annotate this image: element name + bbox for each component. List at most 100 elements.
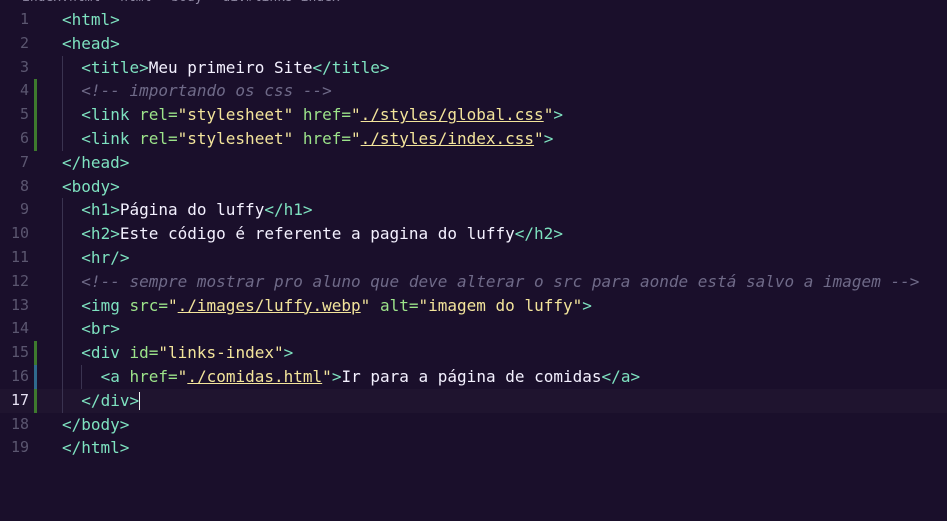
code-token-str: "links-index" (158, 343, 284, 363)
code-line[interactable]: 17 </div> (0, 388, 947, 413)
code-token-text: Página do luffy (119, 200, 265, 220)
code-content[interactable]: <img src="./images/luffy.webp" alt="imag… (81, 294, 592, 318)
breadcrumb-separator-icon: › (209, 0, 217, 5)
breadcrumb-item[interactable]: div#links-index (222, 0, 339, 5)
code-content[interactable]: <h2>Este código é referente a pagina do … (81, 222, 563, 246)
git-change-marker[interactable] (34, 364, 37, 389)
code-line[interactable]: 8 <body> (0, 175, 947, 199)
line-number[interactable]: 9 (0, 198, 29, 222)
code-token-attr: src= (129, 295, 168, 315)
code-line[interactable]: 10 <h2>Este código é referente a pagina d… (0, 222, 947, 246)
code-line[interactable]: 12 <!-- sempre mostrar pro aluno que deve… (0, 269, 947, 294)
code-token-tag: > (283, 343, 294, 363)
code-line[interactable]: 7 </head> (0, 151, 947, 175)
code-token-attr: alt= (370, 295, 419, 315)
code-content[interactable]: </html> (62, 436, 129, 460)
indent-guide (62, 103, 63, 127)
code-line[interactable]: 9 <h1>Página do luffy</h1> (0, 198, 947, 223)
line-number[interactable]: 12 (0, 270, 29, 294)
breadcrumb-item[interactable]: html (120, 0, 151, 5)
line-number[interactable]: 10 (0, 222, 29, 246)
code-token-tag: </h2> (514, 224, 563, 244)
breadcrumb-item[interactable]: body (171, 0, 202, 5)
code-content[interactable]: <head> (62, 32, 120, 56)
git-change-marker[interactable] (34, 388, 37, 413)
line-number[interactable]: 13 (0, 294, 29, 318)
code-token-text: Este código é referente a pagina do luff… (119, 224, 515, 244)
indent-guide (81, 364, 83, 389)
code-content[interactable]: </div> (81, 389, 141, 413)
code-token-str: " (322, 366, 332, 386)
code-line[interactable]: 3 <title>Meu primeiro Site</title> (0, 55, 947, 80)
indent-guide (62, 126, 63, 151)
indent-guide (62, 364, 63, 389)
indent-guide (62, 388, 63, 413)
code-token-text: Meu primeiro Site (148, 57, 313, 77)
code-content[interactable]: <div id="links-index"> (81, 341, 293, 365)
line-number[interactable]: 8 (0, 175, 29, 199)
code-line[interactable]: 15 <div id="links-index"> (0, 341, 947, 365)
code-content[interactable]: <h1>Página do luffy</h1> (81, 198, 312, 222)
code-token-tag: <body> (62, 176, 120, 196)
code-line[interactable]: 14 <br> (0, 317, 947, 342)
git-change-marker[interactable] (34, 103, 37, 127)
breadcrumb-separator-icon: › (106, 0, 114, 5)
breadcrumb-item[interactable]: index.html (22, 0, 100, 5)
line-number[interactable]: 14 (0, 317, 29, 341)
code-line[interactable]: 1 <html> (0, 8, 947, 32)
line-number[interactable]: 17 (0, 389, 29, 413)
code-token-str: " (360, 295, 371, 315)
code-content[interactable]: </body> (62, 413, 129, 437)
line-number[interactable]: 2 (0, 32, 29, 56)
code-content[interactable]: <a href="./comidas.html">Ir para a págin… (101, 365, 640, 389)
code-token-attr: href= (129, 366, 178, 386)
code-line[interactable]: 18 </body> (0, 413, 947, 437)
line-number[interactable]: 3 (0, 56, 29, 80)
code-line[interactable]: 4 <!-- importando os css --> (0, 79, 947, 104)
line-number[interactable]: 7 (0, 151, 29, 175)
code-token-tag: <h1> (81, 200, 120, 220)
indent-guide (62, 341, 63, 365)
code-content[interactable]: </head> (62, 151, 129, 175)
line-number[interactable]: 16 (0, 365, 29, 389)
line-number[interactable]: 4 (0, 79, 29, 103)
code-content[interactable]: <body> (62, 175, 120, 199)
code-token-comment: <!-- importando os css --> (81, 81, 332, 101)
git-change-marker[interactable] (34, 79, 37, 104)
code-token-tag: <link (81, 105, 140, 125)
code-line[interactable]: 2 <head> (0, 32, 947, 56)
line-number[interactable]: 5 (0, 103, 29, 127)
code-line[interactable]: 11 <hr/> (0, 245, 947, 270)
code-content[interactable]: <html> (62, 8, 120, 32)
line-number[interactable]: 18 (0, 413, 29, 437)
line-number[interactable]: 19 (0, 436, 29, 460)
code-token-str: "imagem do luffy" (418, 295, 583, 315)
code-content[interactable]: <link rel="stylesheet" href="./styles/gl… (81, 103, 563, 127)
code-line[interactable]: 19 </html> (0, 436, 947, 460)
code-line[interactable]: 5 <link rel="stylesheet" href="./styles/g… (0, 103, 947, 127)
code-line[interactable]: 6 <link rel="stylesheet" href="./styles/i… (0, 126, 947, 151)
code-content[interactable]: <br> (81, 317, 120, 341)
code-token-tag: <a (100, 366, 130, 386)
code-editor[interactable]: 1 <html> 2 <head> 3 <title>Meu primeiro Site<… (0, 8, 947, 460)
code-token-str: " (351, 128, 361, 148)
git-change-marker[interactable] (34, 126, 37, 151)
git-change-marker[interactable] (34, 341, 37, 365)
line-number[interactable]: 15 (0, 341, 29, 365)
code-content[interactable]: <title>Meu primeiro Site</title> (81, 56, 389, 80)
line-number[interactable]: 11 (0, 246, 29, 270)
code-token-attr: rel= (139, 128, 178, 148)
code-line[interactable]: 16 <a href="./comidas.html">Ir para a pág… (0, 364, 947, 389)
code-token-tag: <h2> (81, 224, 120, 244)
breadcrumb[interactable]: index.html › html › body › div#links-index (0, 0, 947, 5)
code-token-link: ./comidas.html (187, 366, 323, 386)
line-number[interactable]: 6 (0, 127, 29, 151)
code-content[interactable]: <!-- sempre mostrar pro aluno que deve a… (81, 270, 919, 294)
indent-guide (62, 317, 63, 342)
code-token-tag: > (553, 105, 563, 125)
code-content[interactable]: <link rel="stylesheet" href="./styles/in… (81, 127, 553, 151)
code-line[interactable]: 13 <img src="./images/luffy.webp" alt="im… (0, 293, 947, 318)
line-number[interactable]: 1 (0, 8, 29, 32)
code-content[interactable]: <!-- importando os css --> (81, 79, 331, 103)
code-content[interactable]: <hr/> (81, 246, 129, 270)
